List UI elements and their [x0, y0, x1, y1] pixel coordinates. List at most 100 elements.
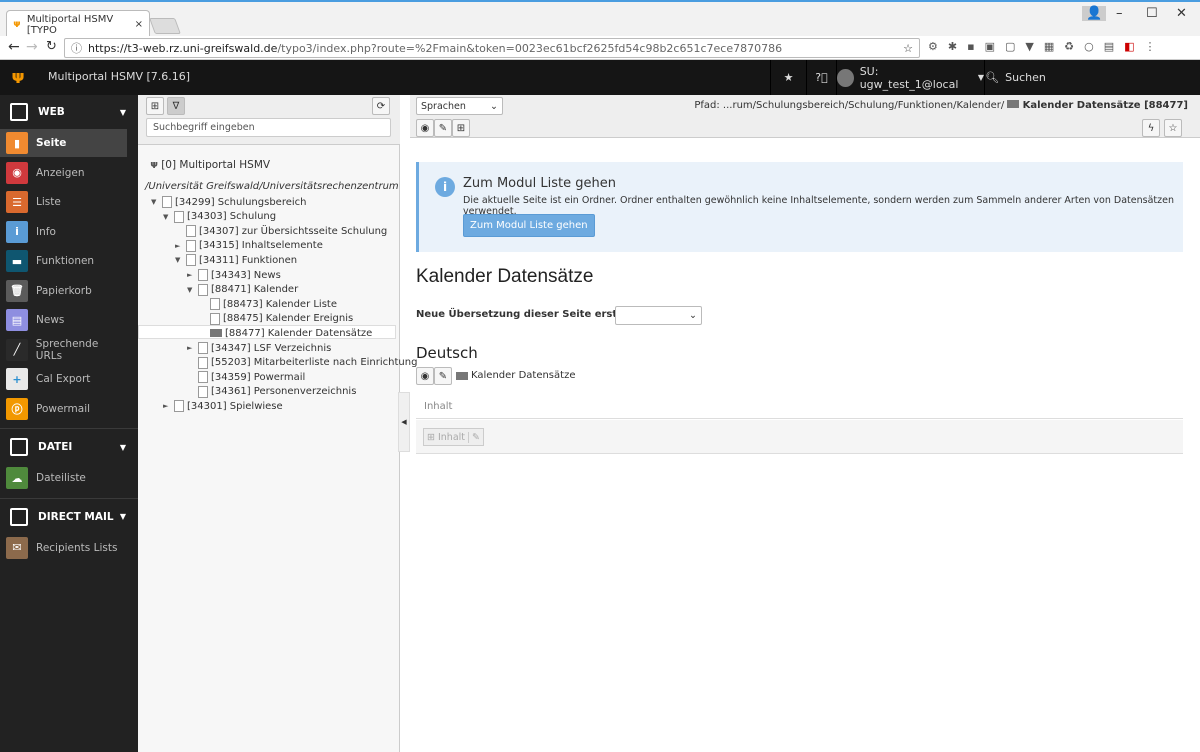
tree-node[interactable]: ▼ [34299] Schulungsbereich [151, 195, 306, 209]
extension-icon[interactable]: ▢ [1005, 40, 1015, 53]
search-button[interactable]: 🔍︎ Suchen [984, 60, 1046, 95]
tree-node[interactable]: ▼ [34303] Schulung [163, 210, 276, 224]
sidebar-group-direct-mail[interactable]: DIRECT MAIL ▼ [0, 502, 138, 532]
new-record-button[interactable]: ⊞ [452, 119, 470, 137]
tree-node[interactable]: ► [34315] Inhaltselemente [175, 239, 323, 253]
tab-title: Multiportal HSMV [TYPO [26, 13, 114, 36]
user-menu[interactable]: SU: ugw_test_1@local ▼ [836, 60, 984, 95]
tree-node[interactable]: ▼ [88471] Kalender [187, 283, 298, 297]
sidebar-item-sprechende-urls[interactable]: ╱ Sprechende URLs [0, 336, 127, 364]
extension-icon[interactable]: ⚙ [928, 40, 938, 53]
tree-node[interactable]: ▼ [34311] Funktionen [175, 253, 297, 267]
extension-icon[interactable]: ▪ [967, 40, 974, 53]
folder-icon [456, 371, 468, 380]
tree-node[interactable]: [55203] Mitarbeiterliste nach Einrichtun… [187, 356, 417, 370]
tree-node[interactable]: [34359] Powermail [187, 370, 305, 384]
qr-icon[interactable]: ▦ [1044, 40, 1054, 53]
tree-node[interactable]: [34307] zur Übersichtsseite Schulung [175, 224, 387, 238]
caret-down-icon[interactable]: ▼ [120, 443, 126, 452]
extension-icon[interactable]: ▤ [1104, 40, 1114, 53]
browser-tab[interactable]: ᴪ Multiportal HSMV [TYPO × [6, 10, 150, 38]
menu-icon[interactable]: ⋮ [1145, 40, 1156, 53]
close-window-icon[interactable]: ✕ [1176, 6, 1187, 21]
extension-icon[interactable]: ✱ [948, 40, 957, 53]
back-icon[interactable]: ← [8, 39, 20, 55]
info-icon[interactable]: ⓘ [71, 40, 82, 56]
close-tab-icon[interactable]: × [135, 19, 143, 30]
edit-button[interactable]: ✎ [434, 367, 452, 385]
expand-toggle-icon[interactable]: ► [175, 242, 183, 250]
sidebar-item-anzeigen[interactable]: ◉ Anzeigen [0, 159, 127, 187]
view-page-button[interactable]: ◉ [416, 119, 434, 137]
new-page-button[interactable]: ⊞ [146, 97, 164, 115]
minimize-icon[interactable]: – [1116, 6, 1123, 21]
sidebar-item-label: Seite [36, 137, 67, 149]
sidebar-item-seite[interactable]: ▮ Seite [0, 129, 127, 157]
tree-root[interactable]: ᴪ [0] Multiportal HSMV [150, 158, 270, 172]
sidebar-item-cal-export[interactable]: + Cal Export [0, 365, 127, 393]
expand-toggle-icon[interactable]: ▼ [175, 256, 183, 264]
page-icon [198, 342, 208, 354]
tree-node-label: [34301] Spielwiese [187, 400, 283, 412]
collapse-tree-handle[interactable]: ◀ [398, 392, 410, 452]
caret-down-icon[interactable]: ▼ [120, 108, 126, 117]
user-profile-icon[interactable]: 👤 [1082, 6, 1107, 21]
expand-toggle-icon[interactable]: ▼ [151, 198, 159, 206]
extension-icon[interactable]: ▼ [1025, 40, 1033, 53]
typo3-topbar: ᴪ Multiportal HSMV [7.6.16] ★ ?⃝ SU: ugw… [0, 60, 1200, 95]
new-content-button[interactable]: ⊞ Inhalt ✎ [423, 428, 484, 446]
tree-node[interactable]: [88477] Kalender Datensätze [199, 326, 372, 340]
refresh-tree-button[interactable]: ⟳ [372, 97, 390, 115]
forward-icon[interactable]: → [26, 39, 38, 55]
tree-search-input[interactable]: Suchbegriff eingeben [146, 118, 391, 137]
tree-node[interactable]: [88475] Kalender Ereignis [199, 312, 353, 326]
bookmarks-button[interactable]: ★ [770, 60, 806, 95]
root-label: [0] Multiportal HSMV [161, 159, 271, 171]
sidebar-item-funktionen[interactable]: ▬ Funktionen [0, 247, 127, 275]
sidebar-item-dateiliste[interactable]: ☁ Dateiliste [0, 464, 127, 492]
reload-icon[interactable]: ↻ [46, 39, 57, 54]
view-button[interactable]: ◉ [416, 367, 434, 385]
tree-node[interactable]: [88473] Kalender Liste [199, 297, 337, 311]
extension-icon[interactable]: ◧ [1124, 40, 1134, 53]
sidebar-group-web[interactable]: WEB ▼ [0, 97, 138, 127]
expand-toggle-icon[interactable]: ▼ [187, 286, 195, 294]
paste-icon[interactable]: ✎ [468, 431, 480, 443]
sidebar-item-powermail[interactable]: ⓟ Powermail [0, 395, 127, 423]
url-input[interactable]: ⓘ https://t3-web.rz.uni-greifswald.de/ty… [64, 38, 920, 58]
expand-toggle-icon[interactable]: ► [187, 344, 195, 352]
sidebar-item-label: Funktionen [36, 255, 95, 267]
language-select[interactable]: Sprachen ⌄ [416, 97, 503, 115]
bookmark-button[interactable]: ☆ [1164, 119, 1182, 137]
go-to-list-module-button[interactable]: Zum Modul Liste gehen [463, 214, 595, 237]
sidebar-item-recipients-lists[interactable]: ✉ Recipients Lists [0, 534, 127, 562]
maximize-icon[interactable]: ☐ [1146, 6, 1158, 21]
edit-page-button[interactable]: ✎ [434, 119, 452, 137]
clear-cache-button[interactable]: ϟ [1142, 119, 1160, 137]
help-button[interactable]: ?⃝ [806, 60, 836, 95]
new-tab-button[interactable] [149, 18, 181, 34]
info-title: Zum Modul Liste gehen [463, 176, 616, 191]
filter-button[interactable]: ∇ [167, 97, 185, 115]
extension-icon[interactable]: ▣ [985, 40, 995, 53]
expand-toggle-icon[interactable]: ► [163, 402, 171, 410]
path-label: Pfad: ...rum/Schulungsbereich/Schulung/F… [694, 100, 1005, 111]
bookmark-star-icon[interactable]: ☆ [903, 42, 913, 55]
caret-down-icon[interactable]: ▼ [120, 512, 126, 521]
sidebar-group-datei[interactable]: DATEI ▼ [0, 432, 138, 462]
extension-icon[interactable]: ♻ [1064, 40, 1074, 53]
sidebar-item-news[interactable]: ▤ News [0, 306, 127, 334]
translation-select[interactable]: ⌄ [615, 306, 702, 325]
sidebar-item-liste[interactable]: ☰ Liste [0, 188, 127, 216]
extension-icon[interactable]: ○ [1084, 40, 1094, 53]
sidebar-item-papierkorb[interactable]: 🗑 Papierkorb [0, 277, 127, 305]
expand-toggle-icon[interactable]: ▼ [163, 213, 171, 221]
expand-toggle-icon[interactable]: ► [187, 271, 195, 279]
tree-node[interactable]: [34361] Personenverzeichnis [187, 385, 356, 399]
sidebar-item-info[interactable]: i Info [0, 218, 127, 246]
tree-node[interactable]: ► [34343] News [187, 268, 281, 282]
tree-node[interactable]: ► [34347] LSF Verzeichnis [187, 341, 331, 355]
tree-node[interactable]: ► [34301] Spielwiese [163, 399, 283, 413]
module-icon: ▮ [6, 132, 28, 154]
typo3-logo[interactable]: ᴪ [0, 60, 36, 95]
